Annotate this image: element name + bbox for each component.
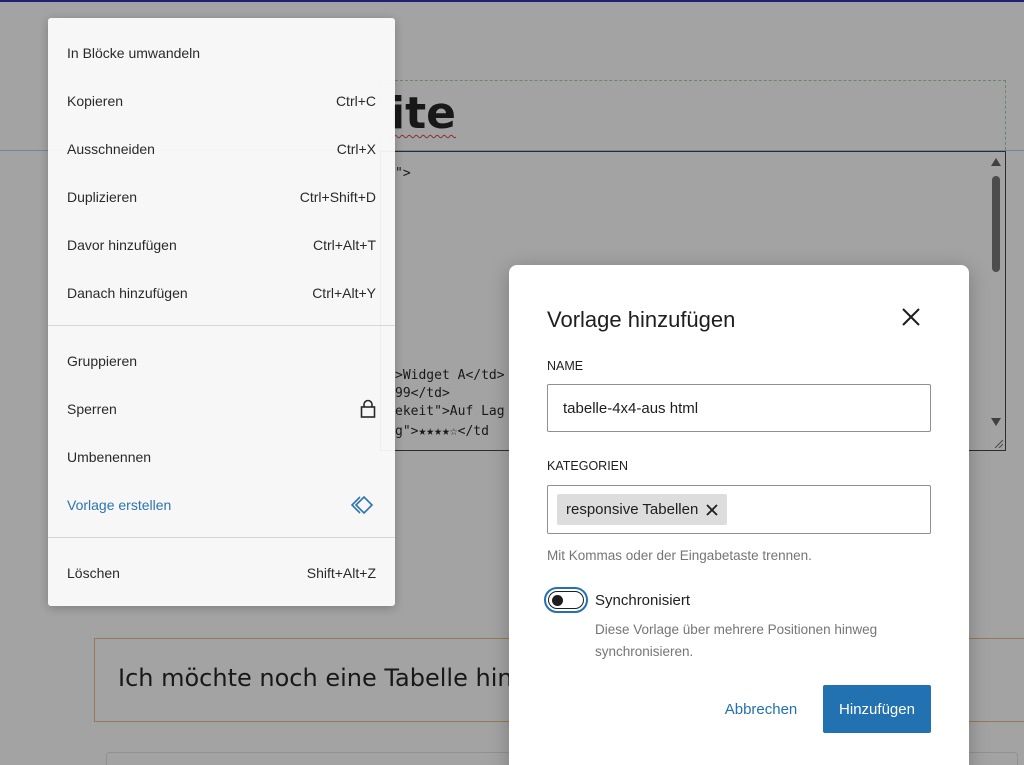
- pattern-name-input[interactable]: [547, 384, 931, 432]
- menu-item-shortcut: Ctrl+Shift+D: [299, 189, 376, 205]
- pattern-icon: [350, 495, 374, 515]
- menu-item-rename[interactable]: Umbenennen: [48, 437, 395, 477]
- menu-item-shortcut: Ctrl+X: [336, 141, 376, 157]
- menu-item-insert-after[interactable]: Danach hinzufügen Ctrl+Alt+Y: [48, 273, 395, 313]
- menu-divider: [48, 537, 395, 538]
- menu-divider: [48, 325, 395, 326]
- categories-help-text: Mit Kommas oder der Eingabetaste trennen…: [547, 548, 812, 563]
- menu-item-label: Löschen: [67, 565, 120, 581]
- menu-item-shortcut: Ctrl+Alt+Y: [312, 285, 376, 301]
- category-token: responsive Tabellen: [557, 494, 728, 525]
- dialog-title: Vorlage hinzufügen: [547, 307, 736, 332]
- menu-item-label: Davor hinzufügen: [67, 237, 177, 253]
- menu-item-label: In Blöcke umwandeln: [67, 45, 201, 61]
- close-icon: [902, 308, 920, 326]
- name-label: NAME: [547, 359, 584, 373]
- menu-item-shortcut: Ctrl+Alt+T: [312, 237, 376, 253]
- menu-item-label: Sperren: [67, 401, 117, 417]
- block-options-menu: In Blöcke umwandeln Kopieren Ctrl+C Auss…: [48, 18, 395, 606]
- menu-item-label: Gruppieren: [67, 353, 138, 369]
- menu-item-label: Danach hinzufügen: [67, 285, 188, 301]
- menu-item-convert-to-blocks[interactable]: In Blöcke umwandeln: [48, 33, 395, 73]
- categories-label: KATEGORIEN: [547, 459, 629, 473]
- menu-item-label: Kopieren: [67, 93, 124, 109]
- menu-item-cut[interactable]: Ausschneiden Ctrl+X: [48, 129, 395, 169]
- remove-category-button[interactable]: [706, 503, 718, 516]
- menu-item-lock[interactable]: Sperren: [48, 389, 395, 429]
- menu-item-copy[interactable]: Kopieren Ctrl+C: [48, 81, 395, 121]
- toggle-knob: [552, 595, 563, 606]
- menu-item-insert-before[interactable]: Davor hinzufügen Ctrl+Alt+T: [48, 225, 395, 265]
- menu-item-create-pattern[interactable]: Vorlage erstellen: [48, 485, 395, 525]
- close-button[interactable]: [897, 303, 925, 331]
- menu-item-label: Ausschneiden: [67, 141, 155, 157]
- menu-item-label: Duplizieren: [67, 189, 138, 205]
- toggle-track: [548, 591, 584, 609]
- lock-icon: [360, 399, 376, 418]
- add-pattern-dialog: Vorlage hinzufügen NAME KATEGORIEN respo…: [509, 265, 969, 765]
- close-icon: [706, 503, 718, 516]
- menu-item-label: Vorlage erstellen: [67, 497, 172, 513]
- menu-item-duplicate[interactable]: Duplizieren Ctrl+Shift+D: [48, 177, 395, 217]
- sync-help-text: Diese Vorlage über mehrere Positionen hi…: [595, 622, 878, 659]
- sync-label[interactable]: Synchronisiert: [595, 592, 690, 609]
- menu-item-group[interactable]: Gruppieren: [48, 341, 395, 381]
- sync-toggle[interactable]: [544, 587, 588, 613]
- menu-item-shortcut: Ctrl+C: [335, 93, 376, 109]
- menu-item-shortcut: Shift+Alt+Z: [306, 565, 376, 581]
- menu-item-delete[interactable]: Löschen Shift+Alt+Z: [48, 553, 395, 593]
- categories-input[interactable]: responsive Tabellen: [547, 485, 931, 534]
- cancel-button[interactable]: Abbrechen: [709, 685, 813, 733]
- category-token-label: responsive Tabellen: [566, 501, 699, 518]
- add-button[interactable]: Hinzufügen: [823, 685, 931, 733]
- menu-item-label: Umbenennen: [67, 449, 152, 465]
